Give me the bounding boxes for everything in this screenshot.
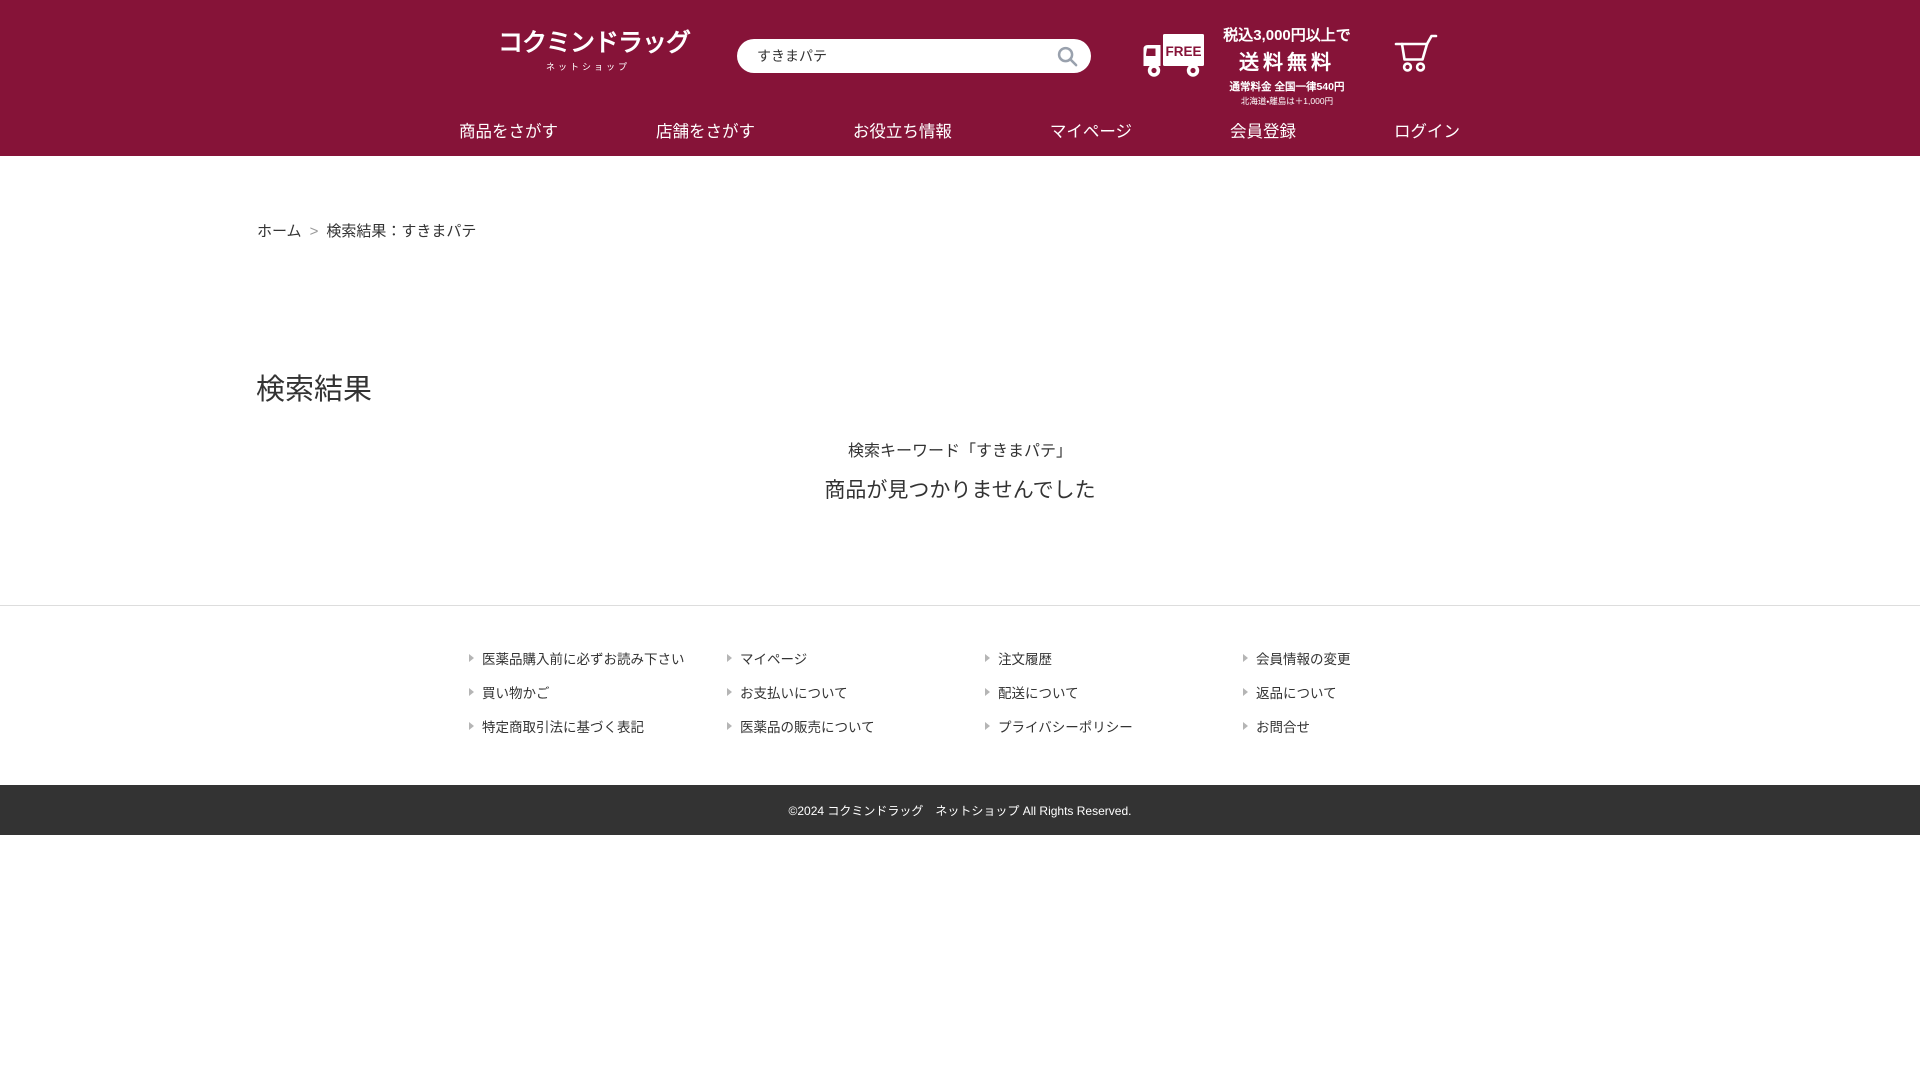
footer-link[interactable]: 医薬品購入前に必ずお読み下さい — [469, 648, 727, 668]
truck-free-icon: FREE — [1142, 32, 1206, 84]
chevron-right-icon — [985, 654, 990, 662]
footer-column-1: 医薬品購入前に必ずお読み下さい 買い物かご 特定商取引法に基づく表記 — [469, 648, 727, 750]
logo[interactable]: コクミンドラッグ ネットショップ — [498, 28, 678, 73]
footer-link-label: 注文履歴 — [998, 648, 1052, 668]
footer-column-3: 注文履歴 配送について プライバシーポリシー — [985, 648, 1243, 750]
breadcrumb-separator: > — [310, 223, 319, 240]
footer-link-label: 会員情報の変更 — [1256, 648, 1351, 668]
search-button[interactable] — [1056, 45, 1091, 68]
search-input[interactable] — [737, 48, 1056, 64]
footer-link[interactable]: 会員情報の変更 — [1243, 648, 1501, 668]
page: コクミンドラッグ ネットショップ FREE — [0, 0, 1920, 1080]
footer-link[interactable]: 特定商取引法に基づく表記 — [469, 716, 727, 736]
chevron-right-icon — [469, 654, 474, 662]
nav-item-info[interactable]: お役立ち情報 — [853, 118, 952, 142]
footer-link-label: マイページ — [740, 648, 807, 668]
search-icon — [1056, 45, 1079, 68]
shipping-line3: 通常料金 全国一律540円 — [1212, 79, 1362, 94]
footer-links: 医薬品購入前に必ずお読み下さい 買い物かご 特定商取引法に基づく表記 マイページ… — [0, 605, 1920, 750]
chevron-right-icon — [727, 722, 732, 730]
footer-link[interactable]: 返品について — [1243, 682, 1501, 702]
chevron-right-icon — [727, 688, 732, 696]
nav-item-products[interactable]: 商品をさがす — [459, 118, 558, 142]
shipping-line4: 北海道・離島は＋1,000円 — [1212, 95, 1362, 107]
footer-link-label: 医薬品の販売について — [740, 716, 875, 736]
footer-link[interactable]: プライバシーポリシー — [985, 716, 1243, 736]
footer-link-label: 買い物かご — [482, 682, 550, 702]
footer-link-label: お問合せ — [1256, 716, 1310, 736]
chevron-right-icon — [469, 722, 474, 730]
footer-column-4: 会員情報の変更 返品について お問合せ — [1243, 648, 1501, 750]
shipping-line1: 税込3,000円以上で — [1212, 24, 1362, 45]
breadcrumb: ホーム > 検索結果：すきまパテ — [257, 220, 476, 241]
logo-text: コクミンドラッグ — [498, 28, 678, 58]
nav-item-stores[interactable]: 店舗をさがす — [656, 118, 755, 142]
footer-link-label: 返品について — [1256, 682, 1337, 702]
footer-link-label: 配送について — [998, 682, 1079, 702]
free-shipping-banner: FREE 税込3,000円以上で 送料無料 通常料金 全国一律540円 北海道・… — [1142, 24, 1362, 107]
breadcrumb-current: 検索結果：すきまパテ — [326, 223, 476, 240]
nav-item-register[interactable]: 会員登録 — [1230, 118, 1296, 142]
search-keyword-line: 検索キーワード「すきまパテ」 — [0, 437, 1920, 461]
footer-link[interactable]: お問合せ — [1243, 716, 1501, 736]
footer-link[interactable]: お支払いについて — [727, 682, 985, 702]
shipping-line2: 送料無料 — [1212, 46, 1362, 75]
site-header: コクミンドラッグ ネットショップ FREE — [0, 0, 1920, 156]
chevron-right-icon — [985, 688, 990, 696]
footer-link-label: お支払いについて — [740, 682, 848, 702]
copyright-text: ©2024 コクミンドラッグ ネットショップ All Rights Reserv… — [789, 802, 1132, 819]
shipping-text: 税込3,000円以上で 送料無料 通常料金 全国一律540円 北海道・離島は＋1… — [1212, 24, 1362, 107]
page-title: 検索結果 — [256, 366, 372, 408]
chevron-right-icon — [1243, 654, 1248, 662]
footer-link-label: プライバシーポリシー — [998, 716, 1133, 736]
footer-link[interactable]: 配送について — [985, 682, 1243, 702]
footer-link-label: 特定商取引法に基づく表記 — [482, 716, 644, 736]
no-results-message: 商品が見つかりませんでした — [0, 474, 1920, 504]
copyright-bar: ©2024 コクミンドラッグ ネットショップ All Rights Reserv… — [0, 785, 1920, 835]
chevron-right-icon — [1243, 688, 1248, 696]
cart-button[interactable] — [1394, 33, 1438, 77]
free-label: FREE — [1165, 44, 1201, 59]
chevron-right-icon — [469, 688, 474, 696]
footer-link[interactable]: 医薬品の販売について — [727, 716, 985, 736]
nav-item-login[interactable]: ログイン — [1394, 118, 1460, 142]
footer-link[interactable]: 買い物かご — [469, 682, 727, 702]
chevron-right-icon — [985, 722, 990, 730]
footer-link[interactable]: マイページ — [727, 648, 985, 668]
footer-link-label: 医薬品購入前に必ずお読み下さい — [482, 648, 685, 668]
chevron-right-icon — [727, 654, 732, 662]
logo-subtitle: ネットショップ — [498, 60, 678, 73]
shopping-cart-icon — [1394, 33, 1438, 74]
footer-link[interactable]: 注文履歴 — [985, 648, 1243, 668]
search-form — [737, 39, 1091, 73]
main-nav: 商品をさがす 店舗をさがす お役立ち情報 マイページ 会員登録 ログイン — [459, 118, 1460, 142]
nav-item-mypage[interactable]: マイページ — [1050, 118, 1132, 142]
breadcrumb-home-link[interactable]: ホーム — [257, 223, 302, 240]
chevron-right-icon — [1243, 722, 1248, 730]
footer-column-2: マイページ お支払いについて 医薬品の販売について — [727, 648, 985, 750]
